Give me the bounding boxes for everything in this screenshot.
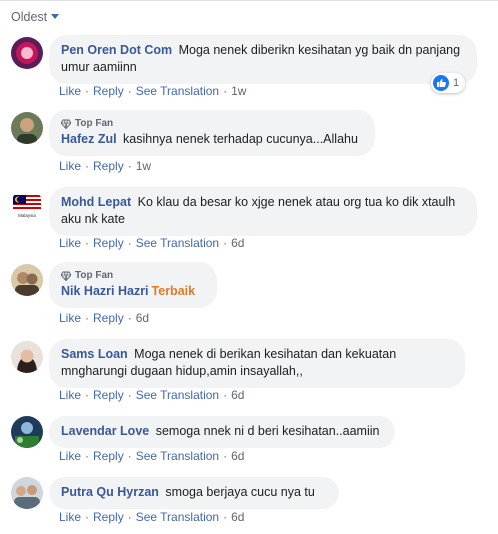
- comment-author[interactable]: Hafez Zul: [61, 132, 117, 146]
- sort-dropdown[interactable]: Oldest: [11, 10, 60, 24]
- comment-author[interactable]: Mohd Lepat: [61, 195, 131, 209]
- comment-actions: Like · Reply · 1w: [59, 159, 152, 173]
- top-divider: [0, 0, 498, 1]
- comment-bubble: Sams Loan Moga nenek di berikan kesihata…: [49, 339, 465, 388]
- comment-bubble: Top Fan Hafez Zul kasihnya nenek terhada…: [49, 110, 375, 156]
- avatar[interactable]: Malaysia: [11, 189, 43, 221]
- comment-timestamp[interactable]: 6d: [231, 510, 244, 524]
- comment-actions: Like · Reply · See Translation · 1w: [59, 84, 247, 98]
- reply-link[interactable]: Reply: [93, 159, 124, 173]
- see-translation-link[interactable]: See Translation: [136, 236, 219, 250]
- avatar[interactable]: [11, 341, 43, 373]
- comment-text: semoga nnek ni d beri kesihatan..aamiin: [155, 424, 380, 438]
- comment-timestamp[interactable]: 6d: [136, 311, 149, 325]
- see-translation-link[interactable]: See Translation: [136, 84, 219, 98]
- top-fan-badge: Top Fan: [61, 269, 205, 282]
- like-link[interactable]: Like: [59, 388, 81, 402]
- comment-actions: Like · Reply · See Translation · 6d: [59, 236, 245, 250]
- reaction-count: 1: [453, 77, 460, 89]
- avatar[interactable]: [11, 37, 43, 69]
- comment-text: smoga berjaya cucu nya tu: [165, 485, 315, 499]
- avatar[interactable]: [11, 264, 43, 296]
- reaction-count-badge[interactable]: 1: [431, 73, 466, 93]
- comment-bubble: Pen Oren Dot Com Moga nenek diberikn kes…: [49, 35, 477, 84]
- comment-actions: Like · Reply · See Translation · 6d: [59, 388, 245, 402]
- comment-bubble: Top Fan Nik Hazri Hazri Terbaik: [49, 262, 217, 308]
- comment-author[interactable]: Lavendar Love: [61, 424, 149, 438]
- comment-actions: Like · Reply · See Translation · 6d: [59, 510, 245, 524]
- see-translation-link[interactable]: See Translation: [136, 510, 219, 524]
- like-link[interactable]: Like: [59, 449, 81, 463]
- reply-link[interactable]: Reply: [93, 311, 124, 325]
- avatar[interactable]: [11, 416, 43, 448]
- avatar[interactable]: [11, 112, 43, 144]
- comment-timestamp[interactable]: 6d: [231, 449, 244, 463]
- chevron-down-icon: [51, 14, 60, 19]
- like-link[interactable]: Like: [59, 159, 81, 173]
- comment-bubble: Putra Qu Hyrzan smoga berjaya cucu nya t…: [49, 477, 339, 509]
- like-link[interactable]: Like: [59, 84, 81, 98]
- reply-link[interactable]: Reply: [93, 236, 124, 250]
- comment-text: kasihnya nenek terhadap cucunya...Allahu: [123, 132, 358, 146]
- see-translation-link[interactable]: See Translation: [136, 449, 219, 463]
- top-fan-badge: Top Fan: [61, 117, 363, 130]
- comment-bubble: Mohd Lepat Ko klau da besar ko xjge nene…: [49, 187, 477, 236]
- thumbs-up-icon: [433, 75, 449, 91]
- reply-link[interactable]: Reply: [93, 388, 124, 402]
- comment-author[interactable]: Putra Qu Hyrzan: [61, 485, 159, 499]
- comment-timestamp[interactable]: 6d: [231, 236, 244, 250]
- comment-author[interactable]: Nik Hazri Hazri: [61, 284, 149, 298]
- avatar-caption: Malaysia: [18, 213, 36, 218]
- diamond-icon: [61, 271, 71, 281]
- see-translation-link[interactable]: See Translation: [136, 388, 219, 402]
- comment-bubble: Lavendar Love semoga nnek ni d beri kesi…: [49, 416, 395, 448]
- like-link[interactable]: Like: [59, 236, 81, 250]
- reply-link[interactable]: Reply: [93, 510, 124, 524]
- sort-label: Oldest: [11, 10, 48, 24]
- diamond-icon: [61, 119, 71, 129]
- comment-text: Terbaik: [151, 284, 196, 298]
- comment-author[interactable]: Pen Oren Dot Com: [61, 43, 172, 57]
- comment-timestamp[interactable]: 1w: [136, 159, 151, 173]
- comment-timestamp[interactable]: 6d: [231, 388, 244, 402]
- like-link[interactable]: Like: [59, 510, 81, 524]
- reply-link[interactable]: Reply: [93, 449, 124, 463]
- like-link[interactable]: Like: [59, 311, 81, 325]
- comment-actions: Like · Reply · 6d: [59, 311, 150, 325]
- comment-timestamp[interactable]: 1w: [231, 84, 246, 98]
- comment-actions: Like · Reply · See Translation · 6d: [59, 449, 245, 463]
- avatar[interactable]: [11, 477, 43, 509]
- reply-link[interactable]: Reply: [93, 84, 124, 98]
- comment-author[interactable]: Sams Loan: [61, 347, 128, 361]
